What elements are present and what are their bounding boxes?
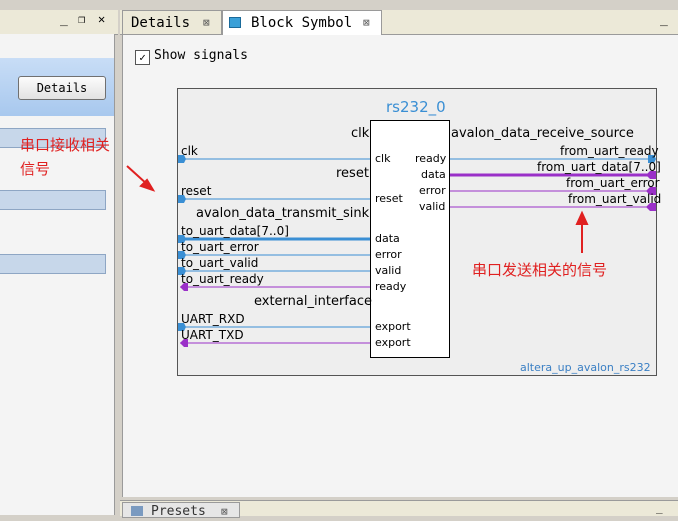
interface-receive-source: avalon_data_receive_source — [451, 126, 634, 141]
annotation-receive-line2: 信号 — [20, 160, 51, 178]
signal-to-uart-valid: to_uart_valid — [181, 256, 259, 270]
pin-clk: clk — [375, 152, 391, 165]
signal-from-uart-data: from_uart_data[7..0] — [537, 160, 661, 174]
pin-error: error — [375, 248, 402, 261]
signal-uart-txd: UART_TXD — [181, 328, 244, 342]
instance-name: rs232_0 — [386, 98, 446, 116]
minimize-icon[interactable]: _ — [656, 501, 663, 514]
interface-reset: reset — [336, 166, 369, 181]
pin-error-out: error — [419, 184, 446, 197]
annotation-receive-line1: 串口接收相关 — [20, 136, 111, 154]
tab-presets[interactable]: Presets ⊠ — [122, 502, 240, 521]
signal-to-uart-error: to_uart_error — [181, 240, 259, 254]
interface-clk: clk — [351, 126, 370, 141]
pin-export-txd: export — [375, 336, 411, 349]
interface-transmit-sink: avalon_data_transmit_sink — [196, 206, 370, 221]
pin-ready-out: ready — [415, 152, 447, 165]
signal-from-uart-valid: from_uart_valid — [568, 192, 662, 206]
pin-data: data — [375, 232, 400, 245]
signal-clk: clk — [181, 144, 198, 158]
pin-ready: ready — [375, 280, 407, 293]
signal-to-uart-ready: to_uart_ready — [181, 272, 264, 286]
pin-valid-out: valid — [419, 200, 446, 213]
signal-from-uart-error: from_uart_error — [566, 176, 660, 190]
signal-reset: reset — [181, 184, 212, 198]
pin-reset: reset — [375, 192, 403, 205]
pin-valid: valid — [375, 264, 402, 277]
pin-data-out: data — [421, 168, 446, 181]
symbol-wires — [126, 138, 656, 348]
pin-export-rxd: export — [375, 320, 411, 333]
signal-uart-rxd: UART_RXD — [181, 312, 245, 326]
close-icon[interactable]: ⊠ — [221, 503, 228, 521]
interface-external: external_interface — [254, 294, 372, 309]
annotation-send: 串口发送相关的信号 — [472, 261, 608, 279]
tab-presets-label: Presets — [151, 504, 206, 519]
signal-from-uart-ready: from_uart_ready — [560, 144, 659, 158]
signal-to-uart-data: to_uart_data[7..0] — [181, 224, 289, 238]
component-name: altera_up_avalon_rs232 — [520, 361, 651, 374]
